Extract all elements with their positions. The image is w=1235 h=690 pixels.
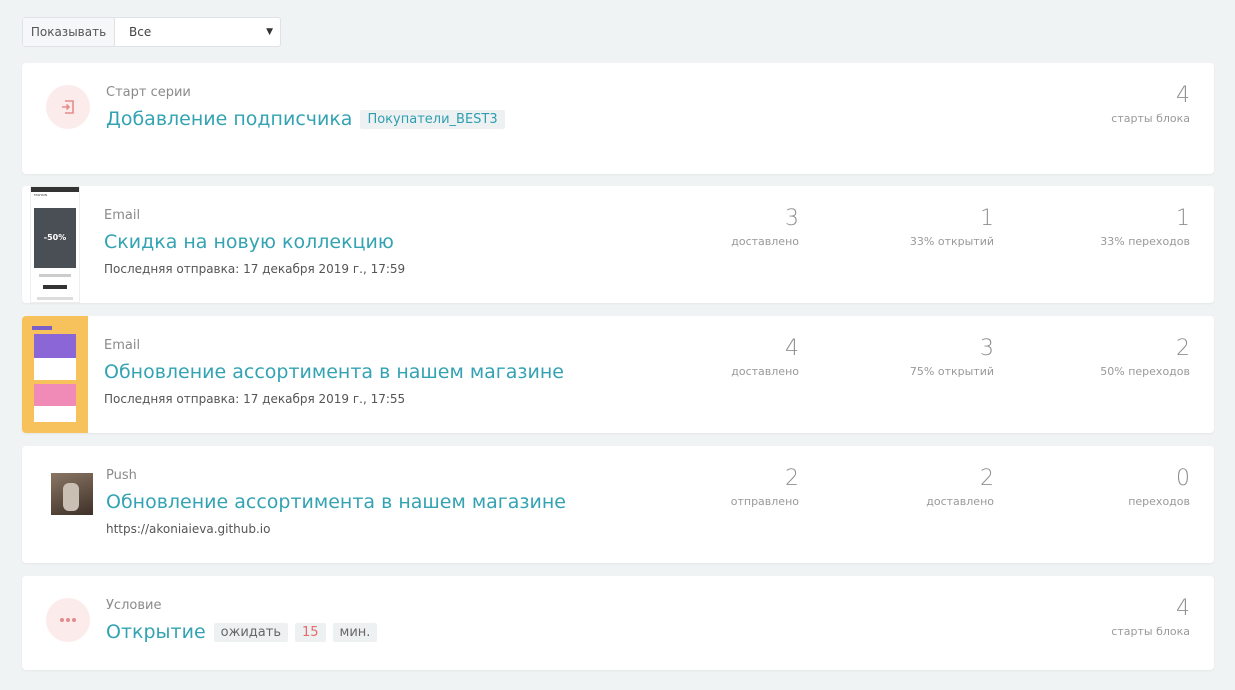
stat-label: старты блока <box>1111 112 1190 125</box>
block-title[interactable]: Добавление подписчика <box>106 108 352 130</box>
stat-clicks: 2 50% переходов <box>1030 336 1190 378</box>
block-title-row: Добавление подписчика Покупатели_BEST3 <box>106 108 505 130</box>
thumbnail-discount: -50% <box>43 233 67 242</box>
stat-label: доставлено <box>926 495 994 508</box>
stat-delivered: 4 доставлено <box>639 336 799 378</box>
block-title-row: Обновление ассортимента в нашем магазине <box>104 361 572 383</box>
email-block-card[interactable]: Email Обновление ассортимента в нашем ма… <box>22 316 1214 433</box>
stat-value: 1 <box>980 206 994 231</box>
stat-label: переходов <box>1128 495 1190 508</box>
stat-clicks: 1 33% переходов <box>1030 206 1190 248</box>
last-sent: Последняя отправка: 17 декабря 2019 г., … <box>104 262 406 276</box>
stat-sent: 2 отправлено <box>639 466 799 508</box>
stat-starts: 4 старты блока <box>1030 596 1190 638</box>
stat-value: 4 <box>785 336 799 361</box>
wait-unit-chip: мин. <box>332 622 378 642</box>
block-title[interactable]: Скидка на новую коллекцию <box>104 231 394 253</box>
stat-clicks: 0 переходов <box>1030 466 1190 508</box>
stat-label: 33% открытий <box>909 235 994 248</box>
stat-opens: 3 75% открытий <box>834 336 994 378</box>
enter-icon <box>46 85 90 129</box>
block-type: Email <box>104 208 141 223</box>
email-preview-thumbnail[interactable]: FASHION -50% <box>30 186 80 303</box>
block-title[interactable]: Открытие <box>106 621 206 643</box>
block-type: Email <box>104 338 141 353</box>
stat-value: 4 <box>1176 83 1190 108</box>
push-block-card[interactable]: Push Обновление ассортимента в нашем маг… <box>22 446 1214 563</box>
segment-tag[interactable]: Покупатели_BEST3 <box>360 109 505 129</box>
block-title-row: Открытие ожидать 15 мин. <box>106 621 384 643</box>
block-title[interactable]: Обновление ассортимента в нашем магазине <box>106 491 566 513</box>
wait-label-chip: ожидать <box>213 622 288 642</box>
stat-value: 2 <box>785 466 799 491</box>
email-preview-thumbnail[interactable] <box>22 316 88 433</box>
stat-opens: 1 33% открытий <box>834 206 994 248</box>
condition-block-card[interactable]: Условие Открытие ожидать 15 мин. 4 старт… <box>22 576 1214 670</box>
stat-delivered: 2 доставлено <box>834 466 994 508</box>
email-block-card[interactable]: FASHION -50% Email Скидка на новую колле… <box>22 186 1214 303</box>
filter-select[interactable]: Все ▼ <box>115 18 280 46</box>
push-image-thumbnail[interactable] <box>51 473 93 515</box>
stat-label: 75% открытий <box>909 365 994 378</box>
stat-label: доставлено <box>731 365 799 378</box>
stat-value: 4 <box>1176 596 1190 621</box>
filter-selected-value: Все <box>129 25 152 39</box>
show-filter: Показывать Все ▼ <box>22 17 281 47</box>
stat-label: отправлено <box>730 495 799 508</box>
stat-delivered: 3 доставлено <box>639 206 799 248</box>
stat-value: 0 <box>1176 466 1190 491</box>
caret-down-icon: ▼ <box>266 27 273 37</box>
push-url[interactable]: https://akoniaieva.github.io <box>106 522 270 536</box>
filter-label: Показывать <box>23 18 115 46</box>
block-title[interactable]: Обновление ассортимента в нашем магазине <box>104 361 564 383</box>
stat-label: доставлено <box>731 235 799 248</box>
stat-value: 2 <box>980 466 994 491</box>
last-sent: Последняя отправка: 17 декабря 2019 г., … <box>104 392 406 406</box>
stat-value: 3 <box>785 206 799 231</box>
stat-label: старты блока <box>1111 625 1190 638</box>
block-title-row: Скидка на новую коллекцию <box>104 231 402 253</box>
stat-value: 1 <box>1176 206 1190 231</box>
dots-icon <box>46 598 90 642</box>
block-type: Условие <box>106 598 162 613</box>
stat-value: 2 <box>1176 336 1190 361</box>
block-type: Push <box>106 468 137 483</box>
stat-label: 33% переходов <box>1100 235 1190 248</box>
start-block-card[interactable]: Старт серии Добавление подписчика Покупа… <box>22 63 1214 174</box>
block-title-row: Обновление ассортимента в нашем магазине <box>106 491 574 513</box>
block-type: Старт серии <box>106 85 191 100</box>
wait-value-chip[interactable]: 15 <box>294 622 326 642</box>
stat-value: 3 <box>980 336 994 361</box>
stat-starts: 4 старты блока <box>1030 83 1190 125</box>
stat-label: 50% переходов <box>1100 365 1190 378</box>
